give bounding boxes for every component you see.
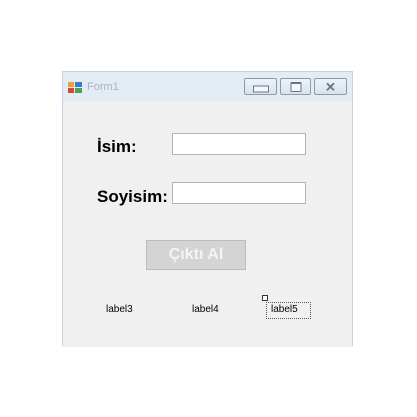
minimize-button[interactable] (244, 78, 277, 95)
close-icon: ✕ (325, 79, 336, 94)
label4: label4 (192, 304, 219, 315)
surname-label: Soyisim: (97, 187, 168, 206)
close-button[interactable]: ✕ (314, 78, 347, 95)
maximize-icon (290, 81, 301, 92)
app-icon (68, 82, 82, 93)
surname-input[interactable] (172, 182, 306, 204)
title-bar[interactable]: Form1 ✕ (63, 72, 352, 102)
label3: label3 (106, 304, 133, 315)
name-input[interactable] (172, 133, 306, 155)
output-button[interactable]: Çıktı Al (146, 240, 246, 270)
maximize-button[interactable] (280, 78, 311, 95)
label5: label5 (271, 304, 298, 315)
minimize-icon (252, 85, 269, 93)
form-window: Form1 ✕ İsim: Soyisim: Çıktı Al label3 l… (62, 71, 353, 347)
window-title: Form1 (87, 81, 119, 93)
form-client-area: İsim: Soyisim: Çıktı Al label3 label4 la… (63, 102, 352, 347)
selection-handle[interactable] (262, 295, 268, 301)
name-label: İsim: (97, 137, 137, 156)
